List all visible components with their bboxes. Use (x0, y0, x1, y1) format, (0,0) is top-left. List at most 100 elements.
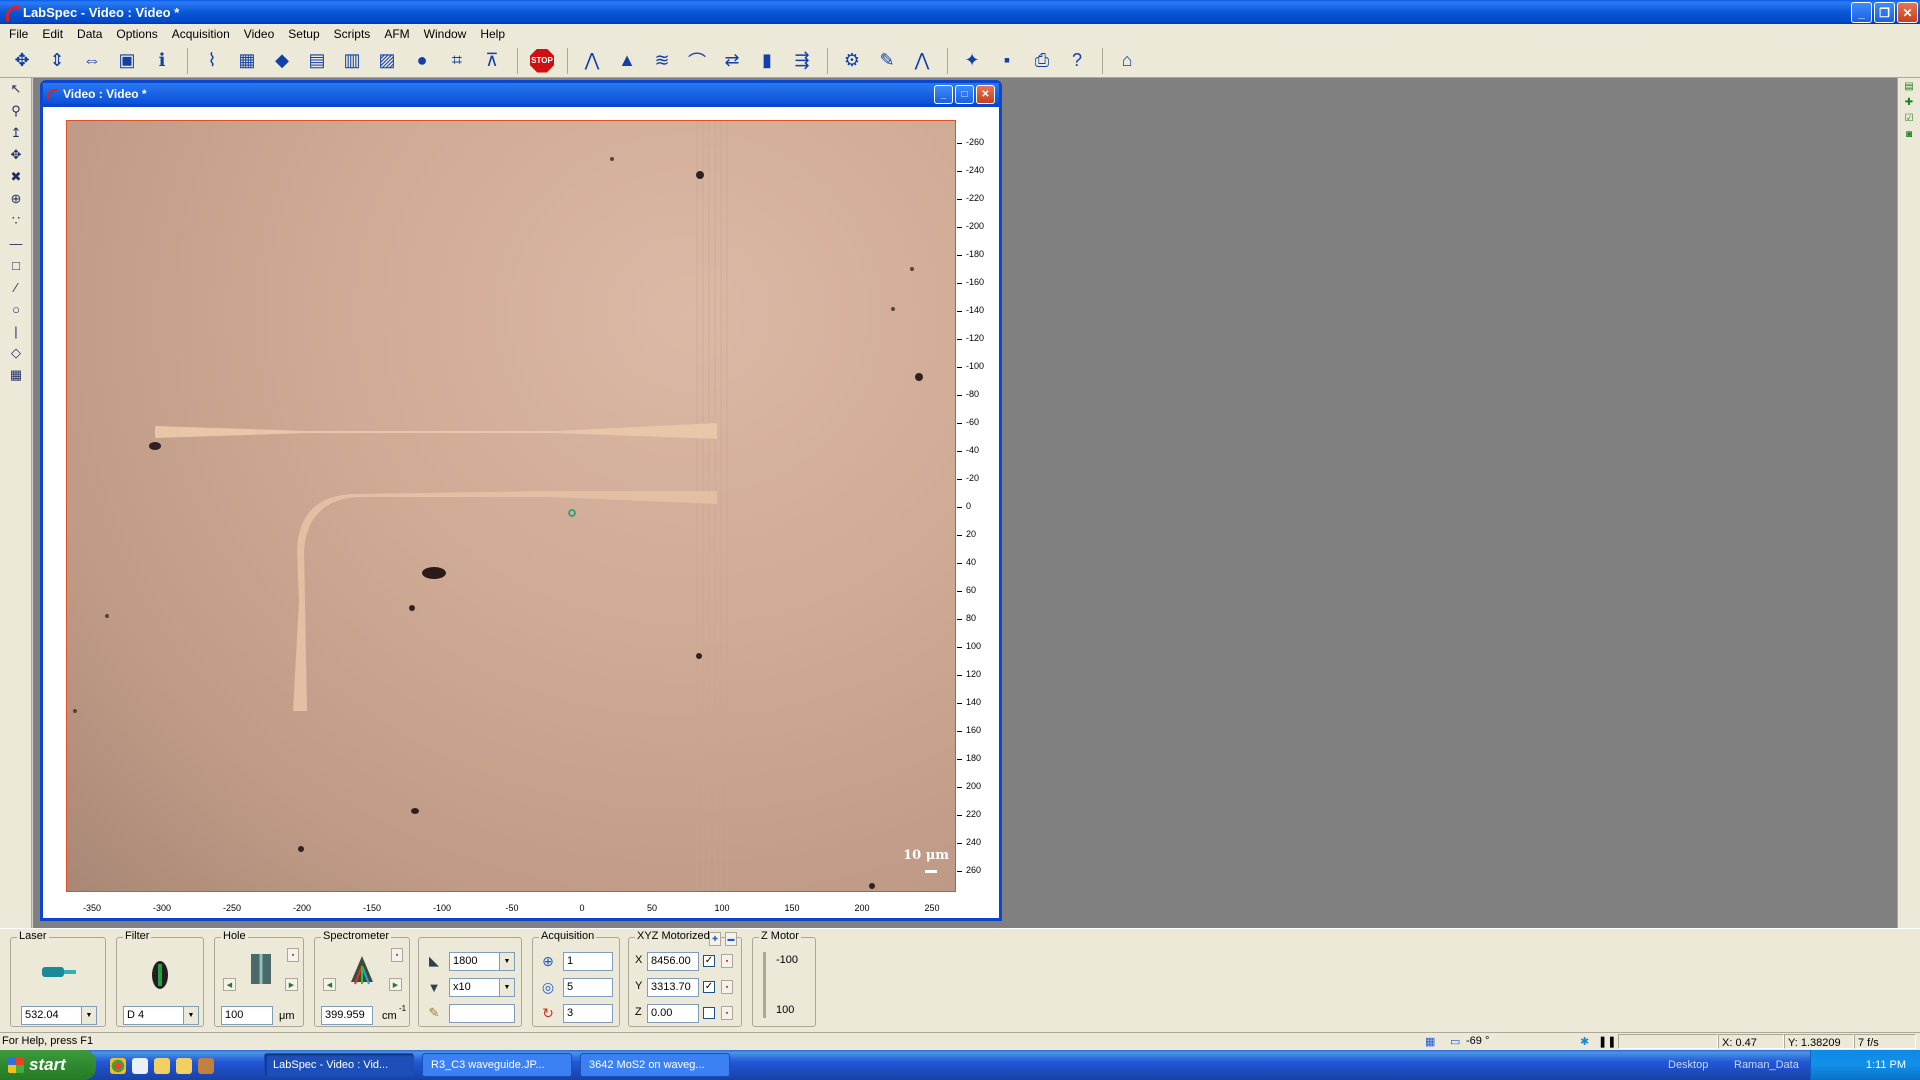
fit-view-icon[interactable]: ✖ (0, 166, 32, 188)
spectrometer-input[interactable]: 399.959 (321, 1006, 373, 1025)
stop-button[interactable]: STOP (528, 47, 556, 75)
laser-select[interactable]: 532.04 ▼ (21, 1006, 97, 1025)
hole-input[interactable]: 100 (221, 1006, 273, 1025)
map-icon[interactable]: ▦ (233, 47, 261, 75)
info-icon[interactable]: ℹ (148, 47, 176, 75)
focus-point-icon[interactable]: ⊼ (478, 47, 506, 75)
y-enable-checkbox[interactable]: ✓ (703, 981, 715, 993)
filter-select[interactable]: D 4 ▼ (123, 1006, 199, 1025)
document-icon[interactable] (132, 1058, 148, 1074)
multiwell-icon[interactable]: ◆ (268, 47, 296, 75)
points-icon[interactable]: ∵ (0, 210, 32, 232)
close-button[interactable]: ✕ (1897, 2, 1918, 23)
objective-select[interactable]: x10 ▼ (449, 978, 515, 997)
peaks-icon[interactable]: ▲ (613, 47, 641, 75)
move-icon[interactable]: ↥ (0, 122, 32, 144)
baseline-icon[interactable]: ≋ (648, 47, 676, 75)
menu-setup[interactable]: Setup (281, 27, 326, 41)
extended-icon[interactable]: ⇔ (78, 47, 106, 75)
help-icon[interactable]: ? (1063, 47, 1091, 75)
frame-icon[interactable]: ⌗ (443, 47, 471, 75)
spectrometer-options-button[interactable]: ▪ (391, 948, 403, 962)
grating-select[interactable]: 1800 ▼ (449, 952, 515, 971)
x-enable-checkbox[interactable]: ✓ (703, 955, 715, 967)
rectangle-icon[interactable]: □ (0, 254, 32, 276)
minimize-button[interactable]: _ (1851, 2, 1872, 23)
chrome-icon[interactable] (110, 1058, 126, 1074)
grid-icon[interactable]: ▤ (303, 47, 331, 75)
menu-help[interactable]: Help (473, 27, 512, 41)
fit-icon[interactable]: ⌒ (683, 47, 711, 75)
y-position-input[interactable]: 3313.70 (647, 978, 699, 997)
hole-increase-button[interactable]: ▶ (285, 978, 298, 991)
z-motor-slider[interactable] (763, 952, 766, 1018)
xyz-remove-button[interactable]: ▬ (725, 932, 737, 946)
microscope-image[interactable]: 10 μm (66, 120, 956, 892)
video-icon[interactable]: ▣ (113, 47, 141, 75)
z-options-button[interactable]: ▪ (721, 1006, 733, 1020)
task-image-viewer[interactable]: R3_C3 waveguide.JP... (422, 1053, 572, 1077)
task-folder[interactable]: 3642 MoS2 on waveg... (580, 1053, 730, 1077)
spectrum-icon[interactable]: ⋀ (578, 47, 606, 75)
spectrum-acquire-icon[interactable]: ⌇ (198, 47, 226, 75)
spectrometer-increase-button[interactable]: ▶ (389, 978, 402, 991)
overlay-icon[interactable]: ⋀ (908, 47, 936, 75)
restore-button[interactable]: ❐ (1874, 2, 1895, 23)
mapping-icon[interactable]: ▦ (0, 364, 32, 386)
filter-icon[interactable] (149, 958, 171, 992)
pointer-icon[interactable]: ↖ (0, 78, 32, 100)
sphere-icon[interactable]: ● (408, 47, 436, 75)
vline-icon[interactable]: | (0, 320, 32, 342)
x-position-input[interactable]: 8456.00 (647, 952, 699, 971)
video-window-titlebar[interactable]: Video : Video * (43, 83, 999, 104)
task-labspec[interactable]: LabSpec - Video : Vid... (264, 1053, 414, 1077)
menu-scripts[interactable]: Scripts (327, 27, 378, 41)
app-quicklaunch-icon[interactable] (198, 1058, 214, 1074)
polygon-icon[interactable]: ◇ (0, 342, 32, 364)
menu-afm[interactable]: AFM (377, 27, 416, 41)
histogram-icon[interactable]: ▮ (753, 47, 781, 75)
target-icon[interactable]: ⊕ (0, 188, 32, 210)
accumulation-input[interactable]: 5 (563, 978, 613, 997)
arrows-icon[interactable]: ⇄ (718, 47, 746, 75)
pause-icon[interactable]: ❚❚ (1598, 1035, 1616, 1048)
desktop-toolbar[interactable]: Desktop (1668, 1059, 1708, 1071)
print-icon[interactable]: ⎙ (1028, 47, 1056, 75)
export-icon[interactable]: ⇶ (788, 47, 816, 75)
process-icon[interactable]: ⚙ (838, 47, 866, 75)
video-close-button[interactable]: ✕ (976, 85, 995, 104)
folder-icon[interactable] (176, 1058, 192, 1074)
menu-edit[interactable]: Edit (35, 27, 70, 41)
palette-icon[interactable]: ✎ (873, 47, 901, 75)
repeat-input[interactable]: 3 (563, 1004, 613, 1023)
folder-icon[interactable] (154, 1058, 170, 1074)
hole-decrease-button[interactable]: ◀ (223, 978, 236, 991)
z-position-input[interactable]: 0.00 (647, 1004, 699, 1023)
menu-window[interactable]: Window (417, 27, 474, 41)
menu-options[interactable]: Options (109, 27, 164, 41)
hole-options-button[interactable]: ▪ (287, 948, 299, 962)
pan-icon[interactable]: ✥ (0, 144, 32, 166)
basket-icon[interactable]: ⌂ (1113, 47, 1141, 75)
add-icon[interactable]: ✚ (1898, 94, 1920, 110)
spectrometer-decrease-button[interactable]: ◀ (323, 978, 336, 991)
layer-icon[interactable]: ▤ (1898, 78, 1920, 94)
realtime-display-icon[interactable]: ✥ (8, 47, 36, 75)
start-button[interactable]: start (0, 1050, 96, 1080)
acquisition-time-input[interactable]: 1 (563, 952, 613, 971)
raman-data-toolbar[interactable]: Raman_Data (1734, 1059, 1799, 1071)
extra-input[interactable] (449, 1004, 515, 1023)
menu-video[interactable]: Video (237, 27, 281, 41)
line-icon[interactable]: ⁄ (0, 276, 32, 298)
clock[interactable]: 1:11 PM (1866, 1059, 1906, 1071)
autofocus-icon[interactable]: ⇕ (43, 47, 71, 75)
image-icon[interactable]: ▨ (373, 47, 401, 75)
y-options-button[interactable]: ▪ (721, 980, 733, 994)
video-maximize-button[interactable]: □ (955, 85, 974, 104)
check-icon[interactable]: ☑ (1898, 110, 1920, 126)
laser-icon[interactable] (39, 962, 79, 982)
hline-icon[interactable]: — (0, 232, 32, 254)
open-icon[interactable]: ✦ (958, 47, 986, 75)
camera-icon[interactable]: ◙ (1898, 126, 1920, 142)
menu-acquisition[interactable]: Acquisition (165, 27, 237, 41)
